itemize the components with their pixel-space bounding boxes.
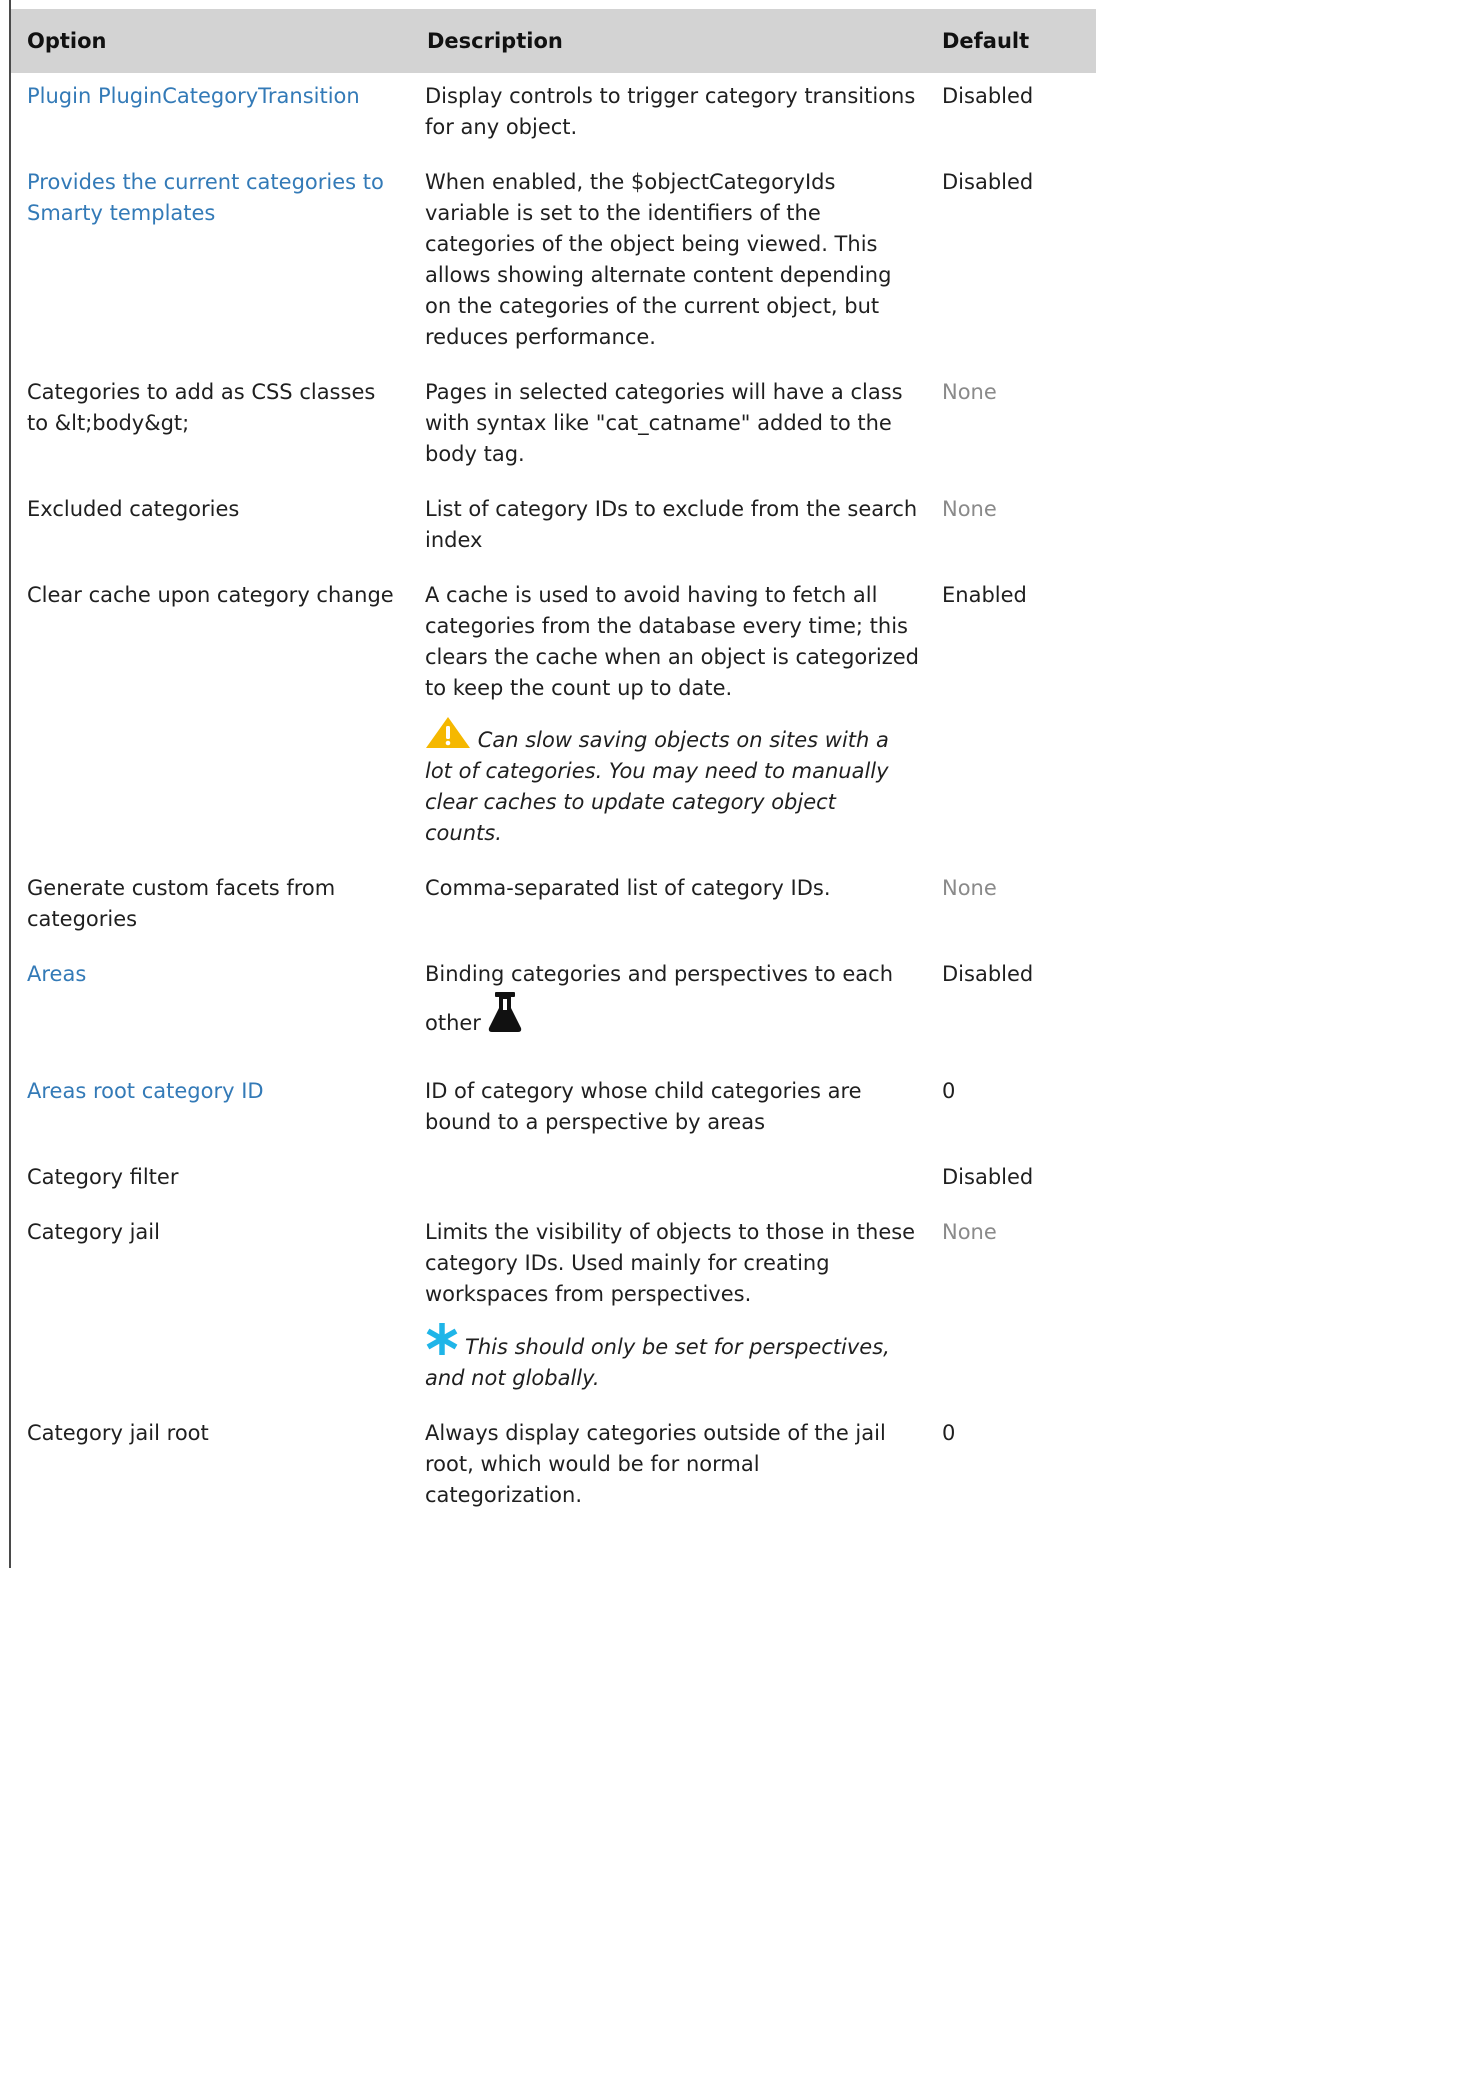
preferences-table: Option Description Default Plugin Plugin… [11,9,1096,1527]
table-row: Plugin PluginCategoryTransition Display … [11,73,1096,159]
table-row: Categories to add as CSS classes to &lt;… [11,369,1096,486]
option-link-areas[interactable]: Areas [27,962,86,986]
table-row: Category jail Limits the visibility of o… [11,1209,1096,1410]
option-label: Clear cache upon category change [27,583,394,607]
option-link-smarty-categories[interactable]: Provides the current categories to Smart… [27,170,384,225]
warning-icon [426,717,470,748]
table-row: Category jail root Always display catego… [11,1410,1096,1527]
info-note-text: This should only be set for perspectives… [425,1335,890,1390]
option-default-value: None [942,876,997,900]
option-label: Categories to add as CSS classes to &lt;… [27,380,376,435]
warning-note-text: Can slow saving objects on sites with a … [425,728,889,845]
option-default-value: None [942,1220,997,1244]
option-default-value: Enabled [942,583,1027,607]
table-header-row: Option Description Default [11,9,1096,73]
option-description: List of category IDs to exclude from the… [425,497,918,552]
option-description: Pages in selected categories will have a… [425,380,903,466]
table-row: Areas Binding categories and perspective… [11,951,1096,1068]
preferences-table-container: Option Description Default Plugin Plugin… [11,9,1096,1568]
option-description-tail: other [425,1011,481,1035]
table-row: Generate custom facets from categories C… [11,865,1096,951]
column-header-description: Description [411,9,927,73]
table-row: Provides the current categories to Smart… [11,159,1096,369]
table-row: Clear cache upon category change A cache… [11,572,1096,865]
option-label: Generate custom facets from categories [27,876,336,931]
option-label: Category filter [27,1165,179,1189]
info-note: This should only be set for perspectives… [425,1322,919,1394]
option-default-value: 0 [942,1079,956,1103]
option-description: Always display categories outside of the… [425,1421,886,1507]
option-description: ID of category whose child categories ar… [425,1079,862,1134]
option-link-areas-root-category-id[interactable]: Areas root category ID [27,1079,264,1103]
option-default-value: None [942,380,997,404]
option-label: Category jail [27,1220,160,1244]
option-description: Display controls to trigger category tra… [425,84,916,139]
flask-icon [488,992,522,1032]
option-default-value: Disabled [942,962,1034,986]
table-row: Excluded categories List of category IDs… [11,486,1096,572]
warning-note: Can slow saving objects on sites with a … [425,716,919,849]
option-label: Excluded categories [27,497,240,521]
option-description: When enabled, the $objectCategoryIds var… [425,170,892,349]
option-default-value: Disabled [942,170,1034,194]
option-default-value: Disabled [942,84,1034,108]
option-description: Comma-separated list of category IDs. [425,876,831,900]
option-label: Category jail root [27,1421,209,1445]
option-description: Limits the visibility of objects to thos… [425,1220,916,1306]
option-link-plugin-category-transition[interactable]: Plugin PluginCategoryTransition [27,84,360,108]
option-description: Binding categories and perspectives to e… [425,962,894,986]
option-default-value: Disabled [942,1165,1034,1189]
option-description: A cache is used to avoid having to fetch… [425,583,919,700]
table-row: Areas root category ID ID of category wh… [11,1068,1096,1154]
option-description-continued: other [425,990,919,1052]
column-header-default: Default [927,9,1096,73]
option-default-value: None [942,497,997,521]
asterisk-icon [426,1323,458,1355]
table-row: Category filter Disabled [11,1154,1096,1209]
column-header-option: Option [11,9,411,73]
option-default-value: 0 [942,1421,956,1445]
